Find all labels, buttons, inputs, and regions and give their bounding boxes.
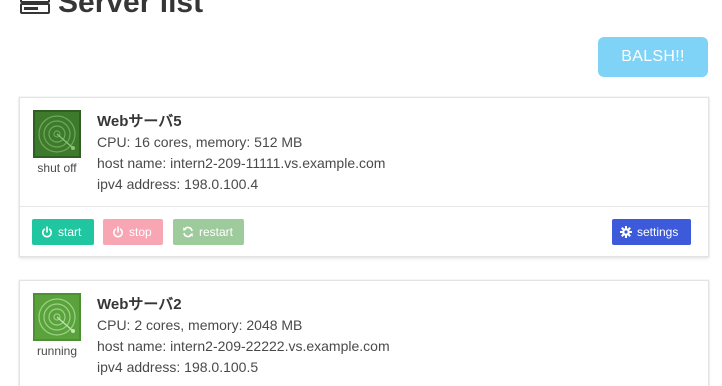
settings-label: settings [637, 225, 679, 239]
stop-label: stop [129, 225, 152, 239]
refresh-icon [183, 226, 193, 238]
server-name: Webサーバ2 [97, 296, 182, 313]
server-thumbnail-group: running [32, 293, 82, 358]
server-ipv4: ipv4 address: 198.0.100.5 [97, 359, 259, 375]
server-ipv4: ipv4 address: 198.0.100.4 [97, 176, 259, 192]
power-icon [113, 226, 123, 238]
server-cpu-memory: CPU: 2 cores, memory: 2048 MB [97, 317, 303, 333]
page-title: Server list [20, 0, 203, 18]
page-title-text: Server list [58, 0, 204, 19]
power-icon [42, 226, 52, 238]
gear-icon [620, 226, 632, 238]
server-list-page: Server list BALSH!! shut off Webサーバ5 CPU… [0, 0, 722, 386]
server-thumbnail-group: shut off [32, 110, 82, 175]
server-hostname: host name: intern2-209-22222.vs.example.… [97, 338, 390, 354]
restart-label: restart [199, 225, 234, 239]
server-card-body: running Webサーバ2 CPU: 2 cores, memory: 20… [20, 281, 708, 386]
restart-button[interactable]: restart [173, 219, 244, 245]
stop-button[interactable]: stop [103, 219, 163, 245]
server-card-footer: start stop restart settings [20, 206, 708, 257]
server-thumbnail-image[interactable] [33, 110, 81, 158]
server-status: shut off [37, 161, 77, 175]
server-info: Webサーバ2 CPU: 2 cores, memory: 2048 MB ho… [97, 295, 390, 378]
server-card: running Webサーバ2 CPU: 2 cores, memory: 20… [19, 280, 709, 386]
balsh-button[interactable]: BALSH!! [598, 37, 708, 77]
server-card-body: shut off Webサーバ5 CPU: 16 cores, memory: … [20, 98, 708, 206]
settings-button[interactable]: settings [612, 219, 691, 245]
server-hostname: host name: intern2-209-11111.vs.example.… [97, 155, 386, 171]
server-cpu-memory: CPU: 16 cores, memory: 512 MB [97, 134, 303, 150]
server-thumbnail-image[interactable] [33, 293, 81, 341]
server-info: Webサーバ5 CPU: 16 cores, memory: 512 MB ho… [97, 112, 385, 195]
server-name: Webサーバ5 [97, 113, 182, 130]
server-stack-icon [20, 0, 50, 14]
start-button[interactable]: start [32, 219, 94, 245]
server-card: shut off Webサーバ5 CPU: 16 cores, memory: … [19, 97, 709, 257]
start-label: start [58, 225, 82, 239]
server-status: running [36, 344, 78, 358]
